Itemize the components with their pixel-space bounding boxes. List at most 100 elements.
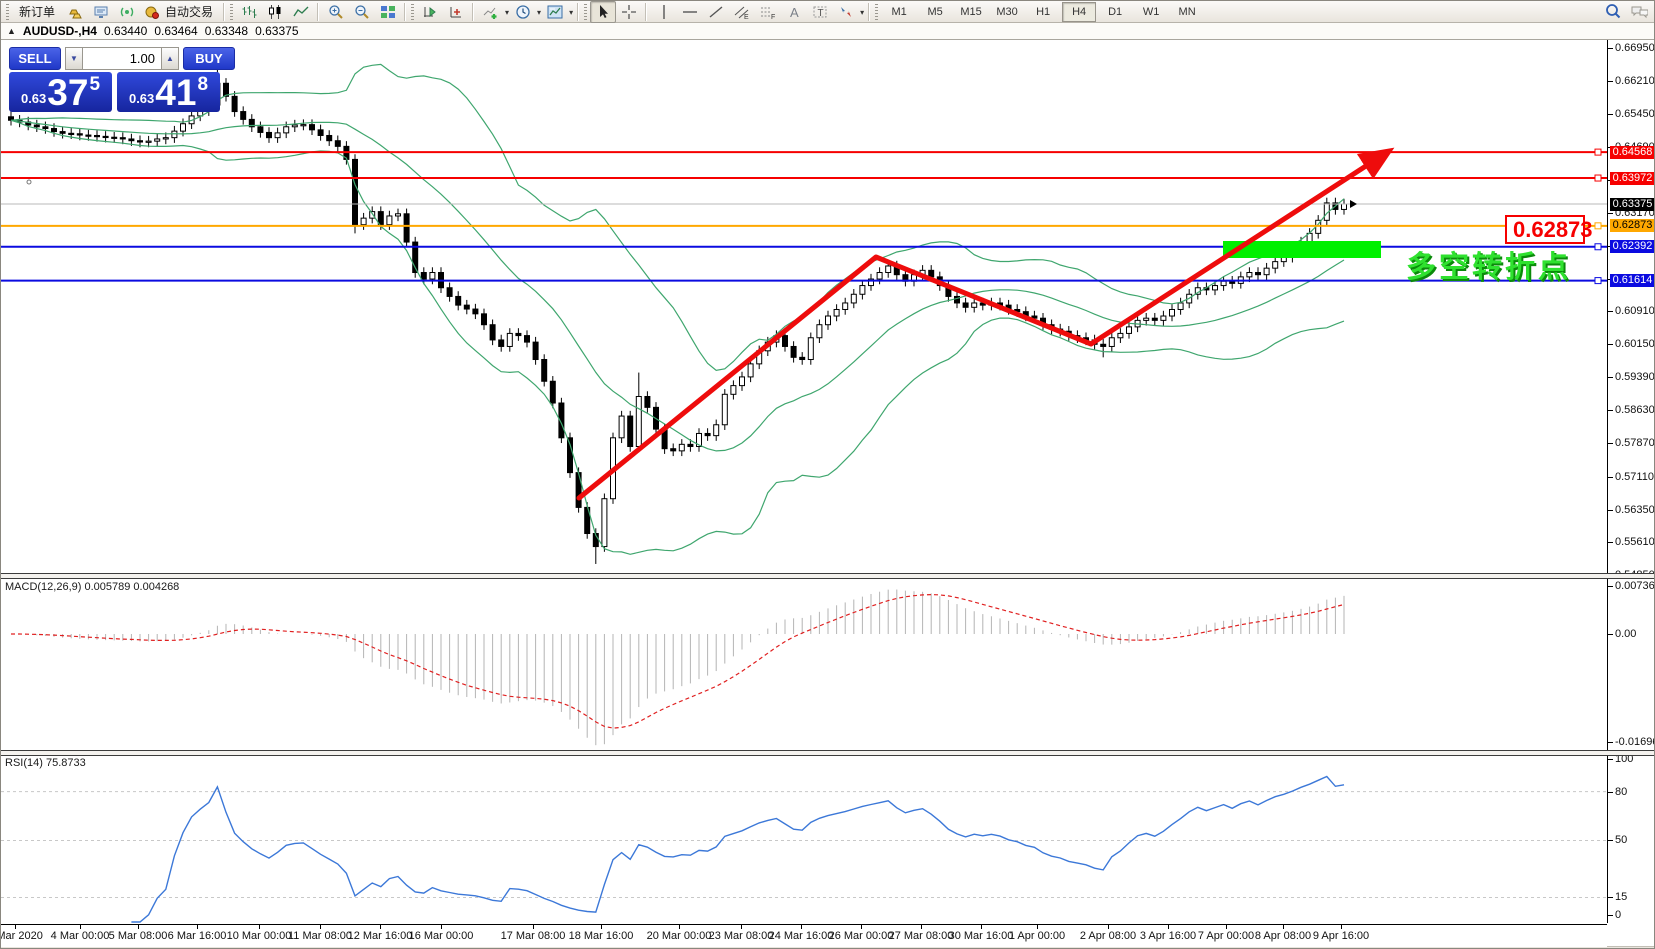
candlestick-style-button[interactable] (262, 1, 288, 23)
timeframe-m30[interactable]: M30 (990, 2, 1024, 22)
sell-button[interactable]: SELL (9, 47, 61, 70)
main-chart-plot[interactable]: 0.62873多空转折点多空转折点 (1, 40, 1608, 574)
toolbar-grip[interactable] (875, 4, 878, 20)
templates-dropdown-icon[interactable]: ▾ (569, 8, 573, 17)
timeframe-mn[interactable]: MN (1170, 2, 1204, 22)
pane-separator[interactable] (1, 573, 1655, 579)
expert-advisors-icon[interactable] (88, 1, 114, 23)
toolbar-grip[interactable] (411, 4, 414, 20)
candle-body (327, 135, 332, 140)
text-label-tool[interactable]: T (807, 1, 833, 23)
candle-body (817, 325, 822, 338)
timeframe-m5[interactable]: M5 (918, 2, 952, 22)
trendline-tool[interactable] (703, 1, 729, 23)
new-order-button[interactable]: 新订单 (12, 1, 62, 23)
zoom-out-button[interactable] (349, 1, 375, 23)
indicators-button[interactable] (478, 1, 504, 23)
time-axis[interactable]: 2 Mar 20204 Mar 00:005 Mar 08:006 Mar 16… (1, 924, 1607, 947)
toolbar-grip[interactable] (6, 4, 9, 20)
candle-body (404, 214, 409, 242)
autotrading-button[interactable]: 自动交易 (140, 1, 220, 23)
bar-chart-style-button[interactable] (236, 1, 262, 23)
arrows-dropdown-icon[interactable]: ▾ (860, 8, 864, 17)
time-tick-label: 24 Mar 16:00 (769, 930, 834, 942)
sell-price-display[interactable]: 0.63375 (9, 72, 112, 112)
horizontal-line-tool[interactable] (677, 1, 703, 23)
timeframe-w1[interactable]: W1 (1134, 2, 1168, 22)
timeframe-d1[interactable]: D1 (1098, 2, 1132, 22)
rsi-pane-plot[interactable] (1, 754, 1608, 923)
time-tick-mark (601, 925, 602, 929)
signals-icon-button[interactable] (114, 1, 140, 23)
one-click-trading-panel: SELL ▼ 1.00 ▲ BUY 0.63375 0.63418 (9, 47, 257, 112)
timeframe-h4[interactable]: H4 (1062, 2, 1096, 22)
horizontal-line-icon (681, 3, 699, 21)
time-tick-label: 12 Mar 16:00 (348, 930, 413, 942)
toolbar-grip[interactable] (230, 4, 233, 20)
timeframe-m1[interactable]: M1 (882, 2, 916, 22)
toolbar-separator (472, 3, 474, 21)
price-level-label: 0.63972 (1610, 172, 1655, 185)
periods-button[interactable] (510, 1, 536, 23)
candle-body (456, 296, 461, 305)
svg-text:A: A (790, 5, 799, 20)
candle-body (275, 133, 280, 138)
level-anchor-square[interactable] (1595, 223, 1601, 229)
time-tick-mark (981, 925, 982, 929)
turning-point-label[interactable]: 多空转折点 (1406, 251, 1571, 284)
volume-input[interactable]: 1.00 (83, 47, 161, 70)
level-anchor-square[interactable] (1595, 149, 1601, 155)
candle-body (43, 127, 48, 129)
crosshair-tool-button[interactable] (616, 1, 642, 23)
price-tick-mark (1608, 114, 1613, 115)
level-anchor-square[interactable] (1595, 175, 1601, 181)
tile-windows-button[interactable] (375, 1, 401, 23)
zoom-in-button[interactable] (323, 1, 349, 23)
toolbar-grip[interactable] (584, 4, 587, 20)
search-button[interactable] (1600, 1, 1626, 23)
vertical-line-tool[interactable] (651, 1, 677, 23)
volume-decrease-button[interactable]: ▼ (65, 47, 83, 70)
ohlc-close: 0.63375 (255, 24, 298, 38)
time-tick-mark (80, 925, 81, 929)
buy-price-display[interactable]: 0.63418 (117, 72, 220, 112)
candle-body (77, 134, 82, 135)
macd-pane-plot[interactable] (1, 578, 1608, 750)
templates-button[interactable] (542, 1, 568, 23)
vertical-line-icon (655, 3, 673, 21)
auto-scroll-button[interactable] (417, 1, 443, 23)
level-anchor-square[interactable] (1595, 244, 1601, 250)
pane-separator[interactable] (1, 750, 1655, 756)
price-tick-mark (1608, 477, 1613, 478)
level-anchor-square[interactable] (1595, 278, 1601, 284)
rsi-axis-label: 0 (1615, 909, 1621, 921)
price-axis[interactable]: 0.669500.662100.654500.646900.639300.631… (1607, 40, 1655, 923)
auto-scroll-icon (421, 3, 439, 21)
candle-body (1144, 318, 1149, 320)
timeframe-h1[interactable]: H1 (1026, 2, 1060, 22)
periods-dropdown-icon[interactable]: ▾ (537, 8, 541, 17)
cursor-tool-button[interactable] (590, 1, 616, 23)
buy-button[interactable]: BUY (183, 47, 235, 70)
indicators-dropdown-icon[interactable]: ▾ (505, 8, 509, 17)
line-style-button[interactable] (288, 1, 314, 23)
candle-body (120, 138, 125, 139)
volume-increase-button[interactable]: ▲ (161, 47, 179, 70)
fibonacci-tool[interactable]: F (755, 1, 781, 23)
fibonacci-icon: F (759, 3, 777, 21)
chat-button[interactable] (1626, 1, 1652, 23)
collapse-panel-icon[interactable]: ▲ (7, 26, 16, 36)
candle-body (387, 216, 392, 225)
autotrading-icon (143, 3, 161, 21)
timeframe-m15[interactable]: M15 (954, 2, 988, 22)
arrows-tool[interactable] (833, 1, 859, 23)
gold-bars-icon (66, 3, 84, 21)
equidistant-channel-tool[interactable]: E (729, 1, 755, 23)
market-watch-icon[interactable] (62, 1, 88, 23)
candle-body (791, 346, 796, 357)
candle-body (447, 288, 452, 297)
toolbar-separator (577, 3, 579, 21)
text-tool[interactable]: A (781, 1, 807, 23)
candle-body (877, 273, 882, 280)
chart-shift-button[interactable] (443, 1, 469, 23)
